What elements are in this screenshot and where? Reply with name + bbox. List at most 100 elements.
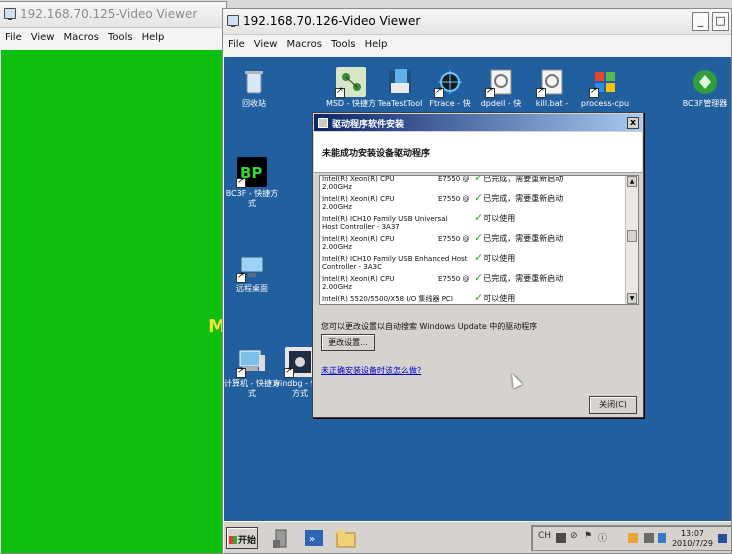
driver-install-dialog[interactable]: 驱动程序软件安装 x 未能成功安装设备驱动程序 Intel(R) Xeon(R)…	[312, 112, 644, 418]
flag-icon[interactable]: ⚑	[584, 531, 592, 541]
device-status: 可以使用	[483, 254, 516, 263]
desktop-icon-label: Ftrace - 快	[429, 99, 471, 108]
menu-macros[interactable]: Macros	[281, 36, 325, 50]
right-video-viewer-window[interactable]: 192.168.70.126-Video Viewer _ □ File View…	[222, 8, 732, 554]
desktop-icon-label: process-cpu	[580, 99, 630, 108]
device-detail: 2.00GHz	[322, 183, 352, 191]
device-name: Intel(R) Xeon(R) CPU	[322, 235, 395, 243]
clock-date: 2010/7/29	[671, 539, 713, 548]
monitor-icon	[227, 15, 239, 27]
recycle-manager-icon	[690, 67, 720, 97]
desktop-icon-kill-bat[interactable]: kill.bat -	[522, 67, 582, 109]
device-name: Intel(R) ICH10 Family USB Universal	[322, 215, 448, 223]
device-detail: Controller - 3A3C	[322, 263, 382, 271]
quicklaunch-server-icon[interactable]	[272, 527, 292, 549]
keyboard-icon[interactable]	[556, 533, 566, 543]
remote-desktop[interactable]: 回收站 MSD - 快捷方 TeaTestTool Ftrace - 快 dpd…	[224, 57, 731, 553]
desktop-icon-label: TeaTestTool	[377, 99, 423, 108]
menu-view[interactable]: View	[249, 36, 282, 50]
language-indicator[interactable]: CH	[538, 531, 551, 541]
restore-button[interactable]: □	[712, 12, 729, 31]
svg-text:»: »	[309, 534, 315, 545]
device-status-list[interactable]: Intel(R) Xeon(R) CPU 2.00GHz E7550 @ ✓已完成…	[319, 175, 639, 305]
device-detail: 2.00GHz	[322, 243, 352, 251]
help-link[interactable]: 未正确安装设备时该怎么做?	[321, 365, 421, 376]
menu-help[interactable]: Help	[137, 29, 169, 43]
bp-icon: BP	[236, 157, 267, 188]
info-icon[interactable]: ⓘ	[598, 531, 607, 544]
remote-desktop-icon	[236, 252, 267, 283]
list-item: Intel(R) 5520/5500/X58 I/O 集线器 PCI ✓可以使用	[320, 291, 630, 304]
clock[interactable]: 13:07 2010/7/29	[672, 529, 713, 549]
desktop-icon-bc3f[interactable]: BP BC3F - 快捷方式	[224, 157, 282, 209]
dialog-close-button[interactable]: x	[627, 117, 639, 129]
left-viewer-screen[interactable]: M	[1, 50, 226, 553]
desktop-icon-label: MSD - 快捷方	[325, 99, 377, 108]
device-name: Intel(R) 5520/5500/X58 I/O 集线器 PCI	[322, 295, 453, 303]
change-settings-button[interactable]: 更改设置...	[321, 334, 375, 351]
menu-file[interactable]: File	[0, 29, 26, 43]
desktop-icon-label: 回收站	[242, 99, 266, 108]
left-video-viewer-window[interactable]: 192.168.70.125-Video Viewer File View Macr…	[0, 1, 227, 554]
driver-icon	[318, 118, 328, 128]
monitor-icon	[4, 8, 16, 20]
list-scrollbar[interactable]: ▲ ▼	[625, 176, 638, 304]
start-button[interactable]: 开始	[226, 527, 258, 549]
checkmark-icon: ✓	[474, 191, 484, 204]
device-name: Intel(R) ICH10 Family USB Enhanced Host	[322, 255, 468, 263]
desktop-icon-bc3f-manager[interactable]: BC3F管理器	[675, 67, 731, 109]
dialog-titlebar[interactable]: 驱动程序软件安装 x	[314, 114, 642, 131]
minimize-button[interactable]: _	[692, 12, 709, 31]
right-viewer-titlebar[interactable]: 192.168.70.126-Video Viewer _ □	[223, 9, 731, 35]
divider	[314, 172, 642, 173]
desktop-icon-remote-desktop[interactable]: 远程桌面	[224, 252, 282, 294]
batch-file-icon	[536, 67, 567, 98]
block-icon[interactable]: ⊘	[570, 531, 578, 541]
volume-icon[interactable]	[658, 533, 666, 543]
desktop-icon-process-cpu[interactable]: process-cpu	[575, 67, 635, 109]
device-status: 已完成，需要重新启动	[483, 274, 564, 283]
device-status: 可以使用	[483, 214, 516, 223]
left-viewer-titlebar[interactable]: 192.168.70.125-Video Viewer	[0, 2, 226, 28]
left-viewer-menubar: File View Macros Tools Help	[0, 29, 226, 49]
menu-view[interactable]: View	[26, 29, 59, 43]
quicklaunch-folder-icon[interactable]	[336, 527, 356, 549]
menu-tools[interactable]: Tools	[103, 29, 137, 43]
desktop-icon-label: kill.bat -	[535, 99, 569, 108]
system-tray: CH ⊘ ⚑ ⓘ 13:07 2010/7/29	[531, 525, 731, 551]
close-button[interactable]: 关闭(C)	[589, 396, 637, 414]
show-desktop-icon[interactable]	[718, 534, 727, 543]
device-status: 已完成，需要重新启动	[483, 175, 564, 183]
device-detail: 2.00GHz	[322, 203, 352, 211]
computer-icon	[236, 347, 267, 378]
desktop-icon-label: dpdell - 快	[480, 99, 522, 108]
start-label: 开始	[238, 536, 257, 546]
test-tool-icon	[385, 67, 415, 97]
dialog-heading: 未能成功安装设备驱动程序	[322, 149, 431, 159]
menu-macros[interactable]: Macros	[58, 29, 102, 43]
recycle-bin-icon	[239, 67, 269, 97]
menu-file[interactable]: File	[223, 36, 249, 50]
device-status: 已完成，需要重新启动	[483, 234, 564, 243]
device-name: Intel(R) Xeon(R) CPU	[322, 175, 395, 183]
scroll-up-arrow-icon[interactable]: ▲	[627, 176, 637, 187]
checkmark-icon: ✓	[474, 291, 484, 304]
right-viewer-title: 192.168.70.126-Video Viewer	[243, 14, 421, 28]
device-status: 可以使用	[483, 294, 516, 303]
scroll-thumb[interactable]	[627, 230, 637, 242]
quicklaunch-powershell-icon[interactable]: »	[304, 527, 324, 549]
device-name: Intel(R) Xeon(R) CPU	[322, 195, 395, 203]
menu-help[interactable]: Help	[360, 36, 392, 50]
checkmark-icon: ✓	[474, 231, 484, 244]
script-icon	[485, 67, 516, 98]
dialog-header: 未能成功安装设备驱动程序	[314, 132, 642, 172]
windbg-icon	[284, 347, 315, 378]
device-revision: E7550 @	[438, 175, 470, 183]
action-center-icon[interactable]	[628, 533, 638, 543]
network-icon[interactable]	[644, 533, 654, 543]
process-icon	[589, 67, 620, 98]
menu-tools[interactable]: Tools	[326, 36, 360, 50]
desktop-icon-recycle-bin[interactable]: 回收站	[224, 67, 284, 109]
scroll-down-arrow-icon[interactable]: ▼	[627, 293, 637, 304]
desktop-icon-label: BC3F管理器	[682, 99, 728, 108]
